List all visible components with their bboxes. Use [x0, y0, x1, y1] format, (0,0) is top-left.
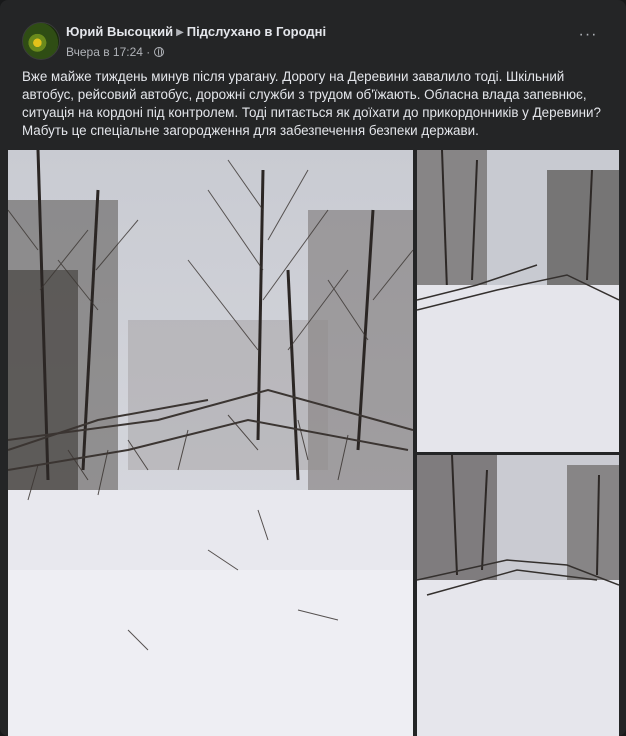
author-name[interactable]: Юрий Высоцкий: [66, 24, 173, 39]
arrow-right-icon: ▶: [176, 27, 184, 38]
post-photo-3[interactable]: [417, 455, 619, 736]
post-photo-1[interactable]: [8, 150, 413, 736]
more-options-icon[interactable]: ···: [576, 27, 600, 48]
post-text: Вже майже тиждень минув після урагану. Д…: [22, 69, 601, 138]
group-name[interactable]: Підслухано в Городні: [187, 24, 326, 39]
meta-separator: ·: [146, 45, 151, 59]
globe-icon: [154, 47, 165, 57]
post-subline: Вчера в 17:24 ·: [66, 44, 326, 60]
post-header: Юрий Высоцкий ▶ Підслухано в Городні Вчера…: [22, 20, 610, 60]
author-avatar[interactable]: [22, 22, 60, 60]
post-photo-2[interactable]: [417, 150, 619, 452]
post-card: Юрий Высоцкий ▶ Підслухано в Городні Вчера…: [0, 0, 626, 736]
post-timestamp[interactable]: Вчера в 17:24: [66, 45, 143, 59]
author-line: Юрий Высоцкий ▶ Підслухано в Городні: [66, 24, 326, 41]
post-meta: Юрий Высоцкий ▶ Підслухано в Городні Вчера…: [66, 24, 326, 60]
